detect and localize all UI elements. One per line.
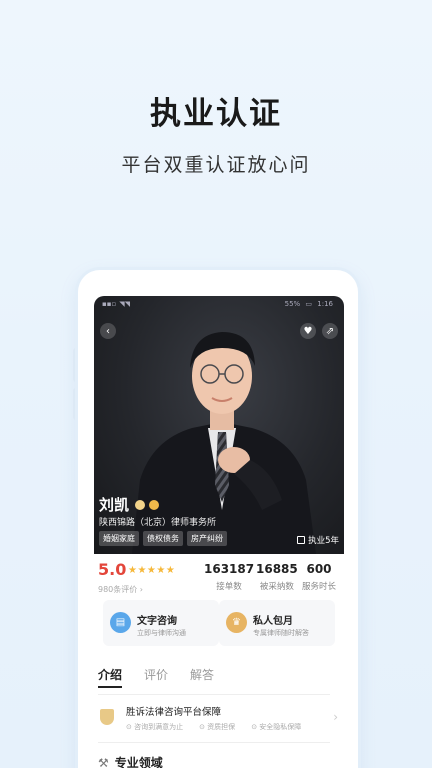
status-right: 55% ▭ 1:16	[285, 300, 336, 310]
share-button[interactable]: ⇗	[322, 323, 338, 339]
battery-icon: ▭	[305, 300, 313, 308]
section-header: ⚒ 专业领域	[98, 754, 163, 768]
lawyer-tags: 婚姻家庭 债权债务 房产纠纷	[99, 531, 231, 546]
stat-label: 服务时长	[302, 582, 337, 592]
shield-icon	[100, 709, 114, 725]
signal-icons: ▪▪▫ ◥◥	[102, 300, 131, 308]
chat-icon: ▤	[110, 612, 131, 633]
divider	[98, 694, 330, 695]
stat-orders: 163187 接单数	[204, 562, 254, 592]
service-desc: 立即与律师沟通	[137, 629, 186, 637]
stat-label: 接单数	[216, 582, 242, 592]
guarantee-item: ⊙ 资质担保	[199, 723, 236, 731]
section-title: 专业领域	[114, 756, 163, 768]
promo-subtitle: 平台双重认证放心问	[121, 154, 311, 176]
tab-intro[interactable]: 介绍	[98, 666, 123, 688]
stat-value: 600	[306, 562, 332, 576]
battery-level: 55%	[284, 300, 301, 308]
crown-icon: ♛	[226, 612, 247, 633]
tab-reviews[interactable]: 评价	[144, 666, 168, 683]
lawyer-hero: ▪▪▫ ◥◥ 55% ▭ 1:16 ‹ ♥ ⇗ 刘凯 陕西锦路（北京）律师事务所…	[94, 296, 344, 554]
stat-value: 16885	[256, 562, 298, 576]
monthly-plan-card[interactable]: ♛ 私人包月 专属律师随时解答	[219, 600, 335, 646]
divider	[98, 742, 330, 743]
favorite-button[interactable]: ♥	[300, 323, 316, 339]
tag: 房产纠纷	[187, 531, 227, 546]
detail-tabs: 介绍 评价 解答	[98, 666, 236, 688]
stat-adopted: 16885 被采纳数	[256, 562, 298, 592]
gavel-icon: ⚒	[98, 755, 109, 768]
guarantee-item: ⊙ 安全隐私保障	[251, 723, 302, 731]
rating-stars-icon: ★★★★★	[128, 565, 176, 576]
stat-value: 163187	[204, 562, 255, 576]
practice-years: 执业5年	[297, 534, 339, 546]
service-desc: 专属律师随时解答	[253, 629, 309, 637]
lawyer-firm: 陕西锦路（北京）律师事务所	[99, 518, 217, 528]
guarantee-items: ⊙ 咨询到满意为止 ⊙ 资质担保 ⊙ 安全隐私保障	[126, 722, 317, 732]
promo-title: 执业认证	[150, 96, 282, 132]
guarantee-title: 胜诉法律咨询平台保障	[126, 707, 222, 718]
practice-years-label: 执业5年	[308, 536, 339, 546]
stats-row: 5.0 ★★★★★ 980条评价 › 163187 接单数 16885 被采纳数…	[98, 560, 348, 600]
certificate-icon	[297, 536, 306, 544]
chevron-right-icon: ›	[333, 710, 338, 724]
tab-answers[interactable]: 解答	[190, 666, 214, 683]
text-consult-card[interactable]: ▤ 文字咨询 立即与律师沟通	[103, 600, 219, 646]
status-time: 1:16	[317, 300, 333, 308]
stat-label: 被采纳数	[259, 582, 294, 592]
guarantee-item: ⊙ 咨询到满意为止	[126, 723, 184, 731]
service-title: 文字咨询	[137, 616, 177, 627]
review-count-link[interactable]: 980条评价 ›	[98, 584, 143, 595]
phone-mockup: ▪▪▫ ◥◥ 55% ▭ 1:16 ‹ ♥ ⇗ 刘凯 陕西锦路（北京）律师事务所…	[78, 270, 358, 768]
lawyer-name: 刘凯	[99, 496, 130, 514]
tag: 债权债务	[143, 531, 183, 546]
rating: 5.0	[98, 560, 126, 579]
stat-duration: 600 服务时长	[302, 562, 336, 592]
lawyer-name-row: 刘凯	[99, 494, 163, 515]
platform-guarantee[interactable]: 胜诉法律咨询平台保障 ⊙ 咨询到满意为止 ⊙ 资质担保 ⊙ 安全隐私保障 ›	[98, 702, 338, 736]
verified-badge-icon	[135, 499, 146, 510]
back-button[interactable]: ‹	[100, 323, 116, 339]
tag: 婚姻家庭	[99, 531, 139, 546]
status-bar: ▪▪▫ ◥◥ 55% ▭ 1:16	[102, 300, 336, 310]
service-title: 私人包月	[253, 616, 293, 627]
gold-badge-icon	[149, 499, 160, 510]
rating-score: 5.0	[98, 560, 127, 579]
